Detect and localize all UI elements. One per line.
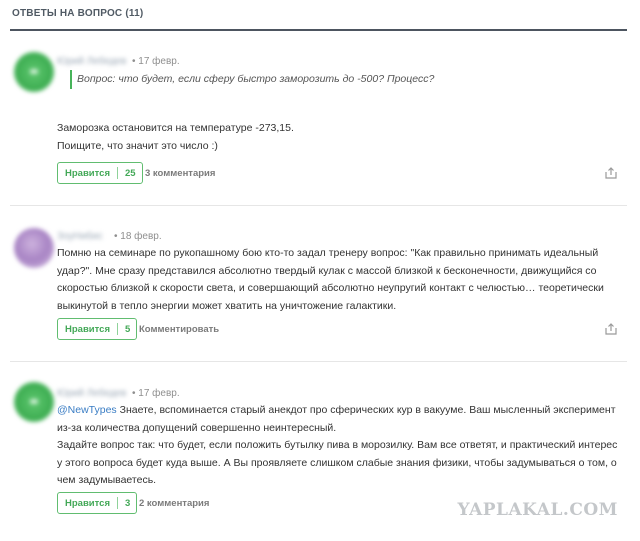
share-icon[interactable] xyxy=(605,323,617,335)
comments-link[interactable]: 3 комментария xyxy=(145,168,215,179)
section-title: ОТВЕТЫ НА ВОПРОС (11) xyxy=(12,8,144,19)
avatar[interactable] xyxy=(14,382,54,422)
comment-paragraph: @NewTypes Знаете, вспоминается старый ан… xyxy=(57,402,619,437)
like-button[interactable]: Нравится 5 xyxy=(57,318,138,340)
comment-body: Помню на семинаре по рукопашному бою кто… xyxy=(57,247,604,312)
comment-paragraph: Задайте вопрос так: что будет, если поло… xyxy=(57,439,618,487)
like-button[interactable]: Нравится 3 xyxy=(57,492,138,514)
comment-separator xyxy=(10,361,627,362)
like-count: 25 xyxy=(124,167,136,179)
share-icon[interactable] xyxy=(605,167,617,179)
comment-author[interactable]: Юрий Лебедев xyxy=(57,388,126,399)
watermark: YAPLAKAL.COM xyxy=(457,500,618,520)
comment-reply-link[interactable]: Комментировать xyxy=(139,324,219,335)
like-label: Нравится xyxy=(65,323,110,335)
comment-date: • 17 февр. xyxy=(132,388,180,399)
comment-separator xyxy=(10,205,627,206)
like-label: Нравится xyxy=(65,167,110,179)
quote-block: Вопрос: что будет, если сферу быстро зам… xyxy=(70,70,434,89)
comment-line: Заморозка остановится на температуре -27… xyxy=(57,122,294,134)
comment-line: Поищите, что значит это число :) xyxy=(57,139,218,152)
like-count: 5 xyxy=(124,323,131,335)
comment-body: Заморозка остановится на температуре -27… xyxy=(57,120,617,155)
comment-text: Знаете, вспоминается старый анекдот про … xyxy=(57,404,616,434)
like-count: 3 xyxy=(124,497,131,509)
avatar[interactable] xyxy=(14,52,54,92)
comments-link[interactable]: 2 комментария xyxy=(139,498,209,509)
like-label: Нравится xyxy=(65,497,110,509)
comment-date: • 18 февр. xyxy=(114,231,162,242)
comment-body: @NewTypes Знаете, вспоминается старый ан… xyxy=(57,402,619,490)
like-button[interactable]: Нравится 25 xyxy=(57,162,143,184)
comment-author[interactable]: ЗоуНибис xyxy=(57,231,103,242)
comment-author[interactable]: Юрий Лебедев xyxy=(57,56,126,67)
comment-date: • 17 февр. xyxy=(132,56,180,67)
user-mention-link[interactable]: @NewTypes xyxy=(57,404,117,416)
avatar[interactable] xyxy=(14,228,54,268)
header-divider xyxy=(10,29,627,31)
